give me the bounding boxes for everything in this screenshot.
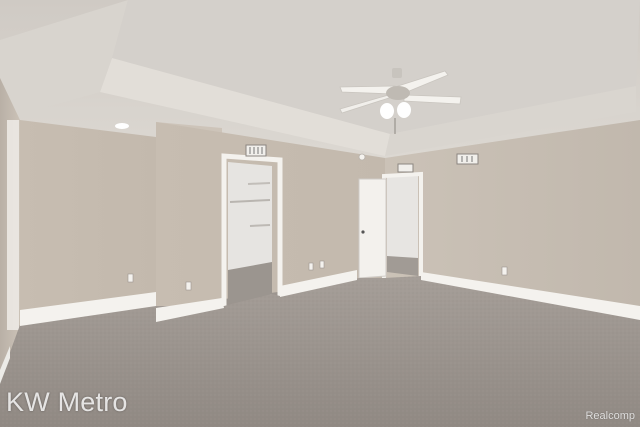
source-watermark: Realcomp — [585, 410, 635, 422]
hvac-vent — [245, 144, 267, 157]
room-illustration — [0, 0, 640, 427]
hvac-vent — [397, 163, 414, 173]
alcove-back-wall — [20, 120, 156, 318]
closet-shelf — [247, 182, 271, 185]
room-photo: KW Metro Realcomp — [0, 0, 640, 427]
recessed-light — [115, 123, 129, 129]
open-door-panel — [358, 178, 387, 279]
wall-outlet — [501, 266, 508, 276]
door-knob — [361, 230, 365, 234]
brand-watermark: KW Metro — [6, 387, 128, 417]
left-door-casing — [7, 120, 19, 330]
wall-outlet — [319, 260, 325, 269]
wall-outlet — [185, 281, 192, 291]
wall-outlet — [127, 273, 134, 283]
smoke-detector — [358, 153, 366, 161]
wall-outlet — [308, 262, 314, 271]
closet-shelf — [249, 224, 271, 227]
